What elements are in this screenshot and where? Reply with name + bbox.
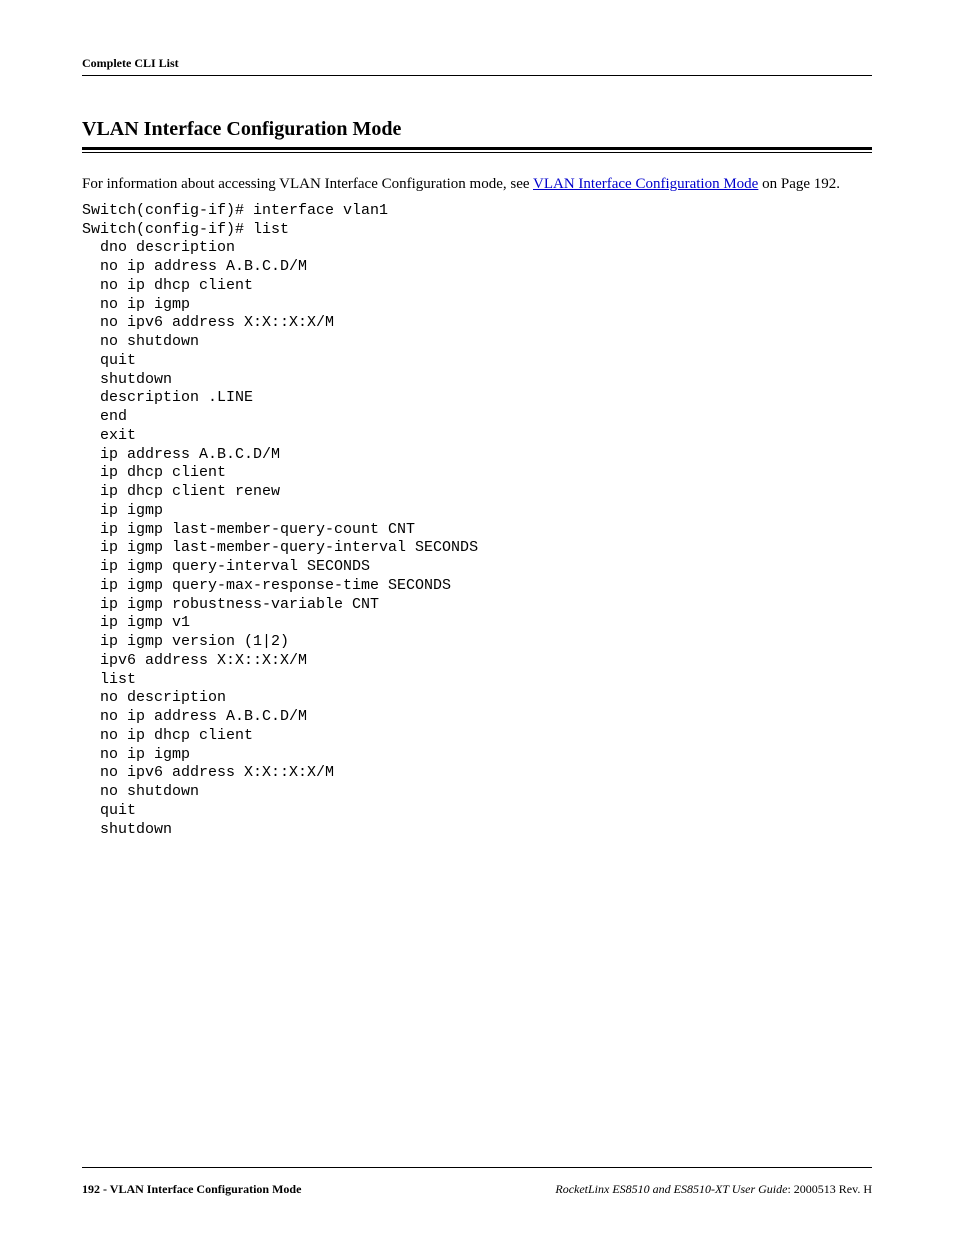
footer-left: 192 - VLAN Interface Configuration Mode: [82, 1182, 301, 1197]
header-label: Complete CLI List: [82, 56, 872, 71]
cli-code-block: Switch(config-if)# interface vlan1 Switc…: [82, 202, 872, 840]
footer-right: RocketLinx ES8510 and ES8510-XT User Gui…: [555, 1182, 872, 1197]
intro-suffix: on Page 192.: [758, 176, 840, 192]
footer-section-name: VLAN Interface Configuration Mode: [110, 1182, 302, 1196]
footer-rule: [82, 1167, 872, 1168]
footer-revision: : 2000513 Rev. H: [787, 1182, 872, 1196]
footer-content: 192 - VLAN Interface Configuration Mode …: [82, 1182, 872, 1197]
intro-paragraph: For information about accessing VLAN Int…: [82, 175, 872, 194]
footer-guide-name: RocketLinx ES8510 and ES8510-XT User Gui…: [555, 1182, 787, 1196]
page-footer: 192 - VLAN Interface Configuration Mode …: [82, 1167, 872, 1197]
header-rule: [82, 75, 872, 76]
footer-page-number: 192: [82, 1182, 100, 1196]
intro-prefix: For information about accessing VLAN Int…: [82, 176, 533, 192]
vlan-config-mode-link[interactable]: VLAN Interface Configuration Mode: [533, 176, 758, 192]
section-title-rule: [82, 147, 872, 153]
section-title: VLAN Interface Configuration Mode: [82, 118, 872, 141]
